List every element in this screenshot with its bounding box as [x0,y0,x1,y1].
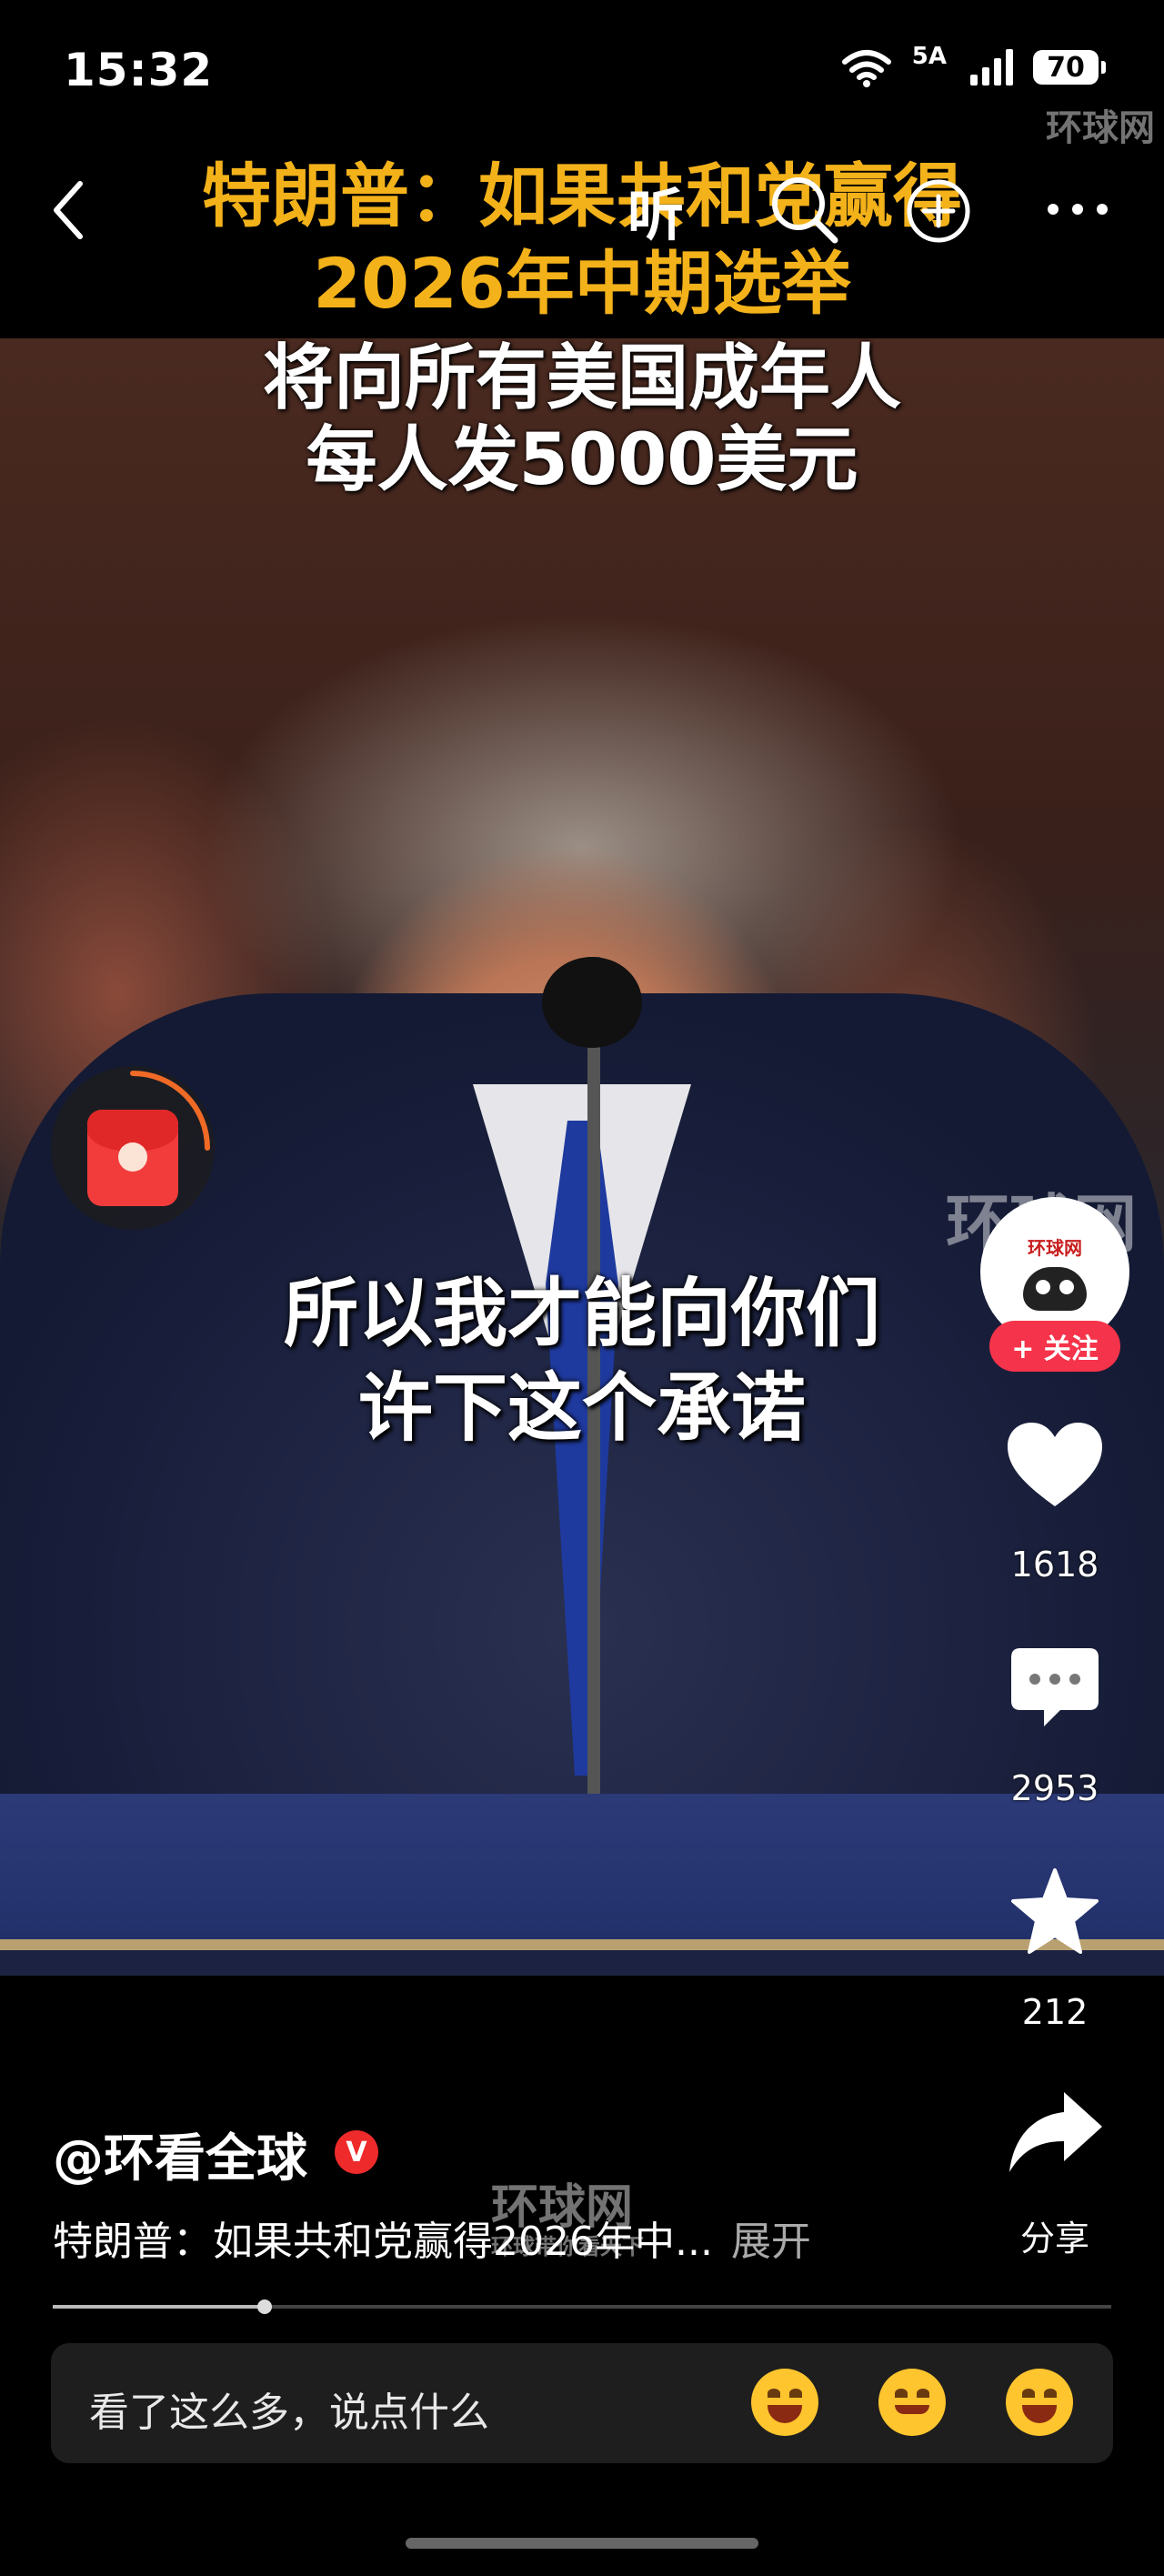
watermark-top: 环球网 [1046,107,1155,149]
post-description[interactable]: 特朗普：如果共和党赢得2026年中... 展开 [53,2209,811,2267]
verified-badge: V [335,2130,378,2174]
home-indicator[interactable] [406,2538,758,2549]
like-count: 1618 [1010,1545,1099,1585]
more-icon[interactable] [1046,202,1109,216]
headline-line-3: 将向所有美国成年人 [262,337,901,419]
comment-icon[interactable] [1008,1645,1102,1732]
wifi-icon [841,50,891,87]
status-time: 15:32 [64,44,214,96]
subtitle-line-2: 许下这个承诺 [357,1365,806,1452]
panda-icon [1023,1266,1087,1311]
share-label[interactable]: 分享 [964,2210,1146,2260]
post-description-text: 特朗普：如果共和党赢得2026年中... [53,2219,713,2265]
listen-button[interactable]: 听 [627,169,684,251]
comment-count: 2953 [1010,1768,1099,1808]
avatar-logo-text: 环球网 [1028,1236,1082,1259]
video-scene-podium [0,1794,1164,1939]
smug-emoji-icon[interactable] [878,2369,946,2436]
expand-link[interactable]: 展开 [731,2219,811,2265]
favorite-count: 212 [1021,1992,1089,2032]
comment-placeholder[interactable]: 看了这么多，说点什么 [89,2380,489,2438]
headline-line-1: 特朗普：如果共和党赢得 [202,156,962,236]
battery-icon: 70 [1033,50,1106,85]
laugh-cry-emoji-icon[interactable] [751,2369,818,2436]
add-icon[interactable] [904,176,973,246]
status-icons: 5A 70 [841,43,1106,87]
signal-icon [970,49,1013,86]
network-type-label: 5A [911,43,947,70]
battery-level: 70 [1047,51,1085,84]
headline-line-2: 2026年中期选举 [313,243,851,324]
red-packet-coin [118,1142,147,1172]
share-icon[interactable] [1006,2088,1106,2176]
search-icon[interactable] [768,173,840,246]
follow-button[interactable]: + 关注 [989,1321,1120,1372]
grin-emoji-icon[interactable] [1006,2369,1073,2436]
like-icon[interactable] [1004,1419,1106,1510]
author-name[interactable]: @环看全球 [53,2118,307,2191]
favorite-star-icon[interactable] [1008,1867,1102,1957]
back-icon[interactable] [49,178,89,242]
video-scene-podium-edge [0,1939,1164,1950]
video-progress-fill [53,2305,265,2309]
video-scene-microphone [542,957,642,1048]
video-progress-handle[interactable] [257,2299,272,2314]
headline-line-4: 每人发5000美元 [306,419,858,501]
